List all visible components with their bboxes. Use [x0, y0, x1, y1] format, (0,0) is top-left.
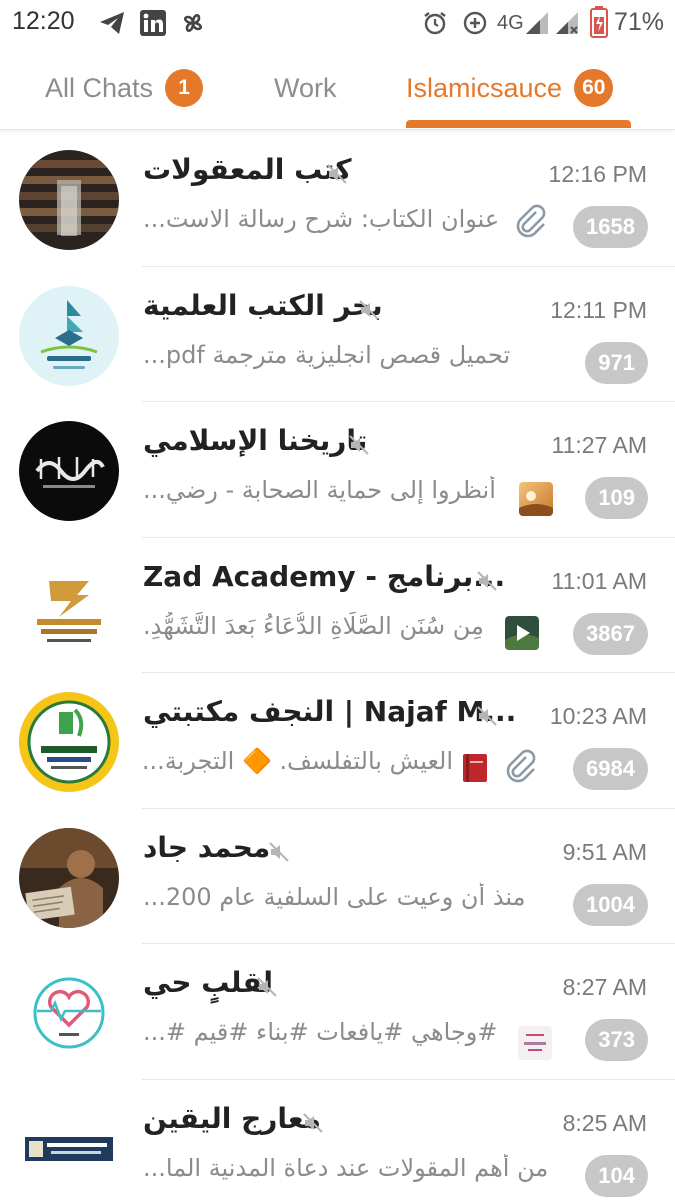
chat-title: لقلبٍ حي — [143, 966, 273, 999]
chat-time: 11:01 AM — [551, 567, 647, 594]
network-type: 4G — [497, 12, 524, 34]
avatar — [19, 692, 119, 792]
chat-preview: تحميل قصص انجليزية مترجمة pdf... — [143, 340, 511, 369]
tab-label: Islamicsauce — [406, 72, 563, 103]
chat-time: 9:51 AM — [562, 838, 647, 865]
mute-icon — [327, 164, 347, 184]
unread-badge: 373 — [585, 1019, 648, 1061]
chat-time: 11:27 AM — [551, 432, 647, 458]
avatar — [19, 150, 119, 250]
mute-icon — [269, 841, 289, 862]
chat-preview: من أهم المقولات عند دعاة المدنية الما... — [143, 1153, 549, 1182]
chat-title: بحر الكتب العلمية — [143, 288, 383, 322]
active-tab-indicator — [406, 120, 631, 128]
tab-islamicsauce[interactable]: Islamicsauce 60 — [406, 68, 614, 108]
avatar — [19, 421, 119, 521]
tab-badge: 1 — [165, 69, 204, 107]
battery-percent: 71% — [614, 8, 665, 36]
mute-icon — [303, 1112, 323, 1133]
attachment-icon — [516, 204, 546, 238]
mute-icon — [477, 706, 497, 726]
unread-badge: 6984 — [573, 748, 648, 790]
chat-row[interactable]: Zad Academy - برنامج... 11:01 AM مِن سُن… — [0, 538, 675, 673]
chat-preview: أنظروا إلى حماية الصحابة - رضي... — [143, 476, 496, 504]
chat-row[interactable]: تاريخنا الإسلامي 11:27 AM أنظروا إلى حما… — [0, 402, 675, 538]
pinwheel-icon — [184, 14, 202, 32]
tab-work[interactable]: Work — [274, 68, 337, 108]
chat-title: Zad Academy - برنامج... — [143, 559, 506, 593]
unread-badge: 971 — [585, 341, 648, 384]
chat-preview: العيش بالتفلسف. 🔶 التجربة... — [143, 747, 453, 775]
avatar — [19, 1098, 119, 1199]
chat-row[interactable]: معارج اليقين 8:25 AM من أهم المقولات عند… — [0, 1080, 675, 1200]
alarm-icon — [424, 12, 446, 35]
mute-icon — [257, 977, 277, 997]
unread-badge: 1658 — [573, 206, 648, 248]
avatar — [19, 827, 119, 928]
tab-all-chats[interactable]: All Chats 1 — [45, 68, 204, 108]
chat-time: 8:27 AM — [562, 974, 647, 1000]
signal-icon — [526, 12, 548, 34]
folder-tabs: All Chats 1 Work Islamicsauce 60 — [0, 48, 675, 130]
unread-badge: 104 — [585, 1154, 648, 1197]
avatar — [19, 556, 119, 657]
avatar — [19, 963, 119, 1063]
chat-preview: منذ أن وعيت على السلفية عام 200... — [143, 882, 526, 911]
book-icon — [463, 754, 487, 782]
mute-icon — [359, 299, 379, 320]
chat-row[interactable]: محمد جاد 9:51 AM منذ أن وعيت على السلفية… — [0, 809, 675, 944]
chat-title: النجف مكتبتي | Najaf M... — [143, 695, 517, 728]
chat-row[interactable]: لقلبٍ حي 8:27 AM #وجاهي #يافعات #بناء #ق… — [0, 944, 675, 1080]
unread-badge: 109 — [585, 477, 648, 519]
unread-badge: 3867 — [573, 612, 648, 655]
tab-badge: 60 — [574, 69, 614, 107]
avatar — [19, 285, 119, 386]
video-thumbnail-icon — [505, 615, 539, 650]
attachment-icon — [506, 749, 536, 783]
unread-badge: 1004 — [573, 883, 648, 926]
battery-icon — [590, 6, 608, 38]
telegram-icon — [100, 12, 124, 34]
data-saver-icon — [463, 11, 487, 35]
chat-time: 10:23 AM — [549, 703, 647, 729]
linkedin-icon — [140, 10, 166, 36]
tab-label: All Chats — [45, 72, 154, 103]
chat-row[interactable]: كتب المعقولات 12:16 PM عنوان الكتاب: شرح… — [0, 131, 675, 267]
chat-row[interactable]: النجف مكتبتي | Najaf M... 10:23 AM العيش… — [0, 673, 675, 809]
tab-label: Work — [274, 72, 337, 103]
chat-title: كتب المعقولات — [143, 153, 352, 186]
chat-preview: مِن سُنَنِ الصَّلَاةِ الدُّعَاءُ بَعدَ ا… — [143, 611, 484, 640]
signal-no-sim-icon — [556, 12, 578, 34]
status-time: 12:20 — [12, 7, 75, 35]
chat-time: 12:16 PM — [548, 161, 647, 187]
chat-title: معارج اليقين — [143, 1101, 322, 1135]
chat-list: كتب المعقولات 12:16 PM عنوان الكتاب: شرح… — [0, 131, 675, 1200]
chat-title: محمد جاد — [143, 830, 271, 864]
chat-preview: عنوان الكتاب: شرح رسالة الاست... — [143, 205, 500, 233]
mute-icon — [477, 570, 497, 591]
chat-time: 8:25 AM — [562, 1109, 647, 1136]
chat-preview: #وجاهي #يافعات #بناء #قيم #... — [143, 1018, 498, 1046]
chat-row[interactable]: بحر الكتب العلمية 12:11 PM تحميل قصص انج… — [0, 267, 675, 402]
image-thumbnail-icon — [518, 1026, 552, 1060]
chat-time: 12:11 PM — [550, 296, 647, 323]
chat-title: تاريخنا الإسلامي — [143, 424, 368, 457]
mute-icon — [349, 435, 369, 455]
image-thumbnail-icon — [519, 482, 553, 516]
status-bar: 12:20 4G 71% — [0, 0, 675, 48]
